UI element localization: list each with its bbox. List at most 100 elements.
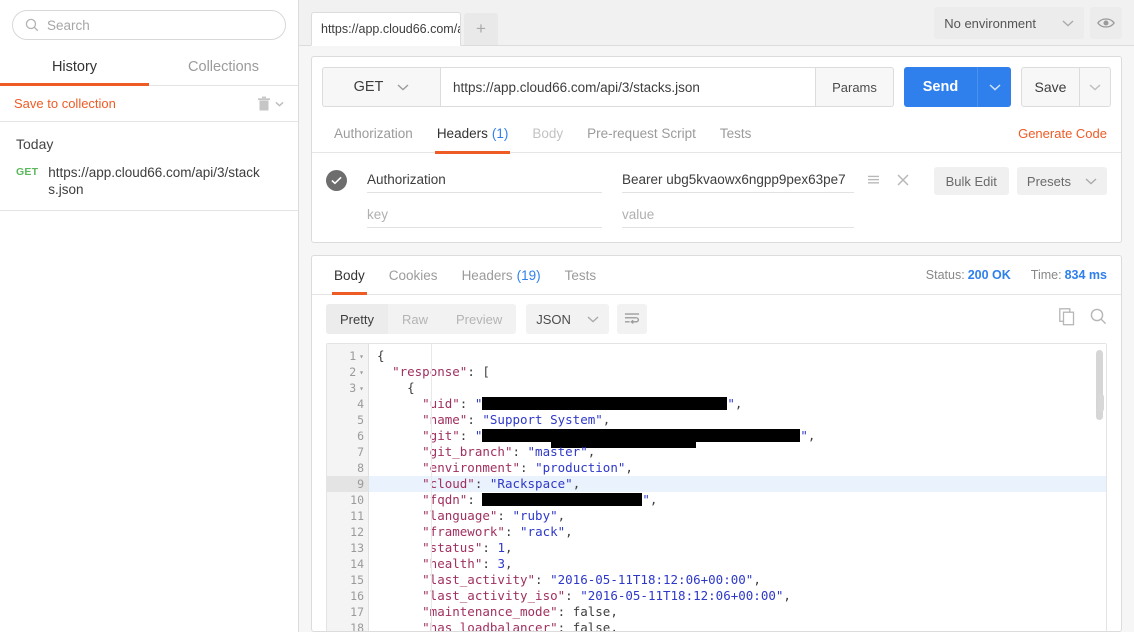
line-number: 14 [350, 557, 364, 571]
response-tab-tests[interactable]: Tests [553, 256, 609, 294]
search-placeholder: Search [47, 17, 90, 33]
code-token: " [474, 428, 483, 443]
code-line: "environment": "production", [369, 460, 1106, 476]
code-token: { [407, 380, 415, 395]
environment-selector[interactable]: No environment [934, 7, 1084, 39]
line-number: 17 [350, 605, 364, 619]
line-number: 6 [357, 429, 364, 443]
environment-quick-look-button[interactable] [1090, 7, 1122, 39]
code-line: "cloud": "Rackspace", [369, 476, 1106, 492]
chevron-down-icon [1089, 83, 1101, 91]
format-selector[interactable]: JSON [526, 304, 609, 334]
copy-button[interactable] [1059, 307, 1076, 331]
code-token: , [783, 588, 791, 603]
header-value-input-empty[interactable]: value [622, 202, 854, 228]
outer-scrollbar[interactable] [1098, 394, 1104, 412]
code-token: "uid" [422, 396, 460, 411]
view-mode-raw[interactable]: Raw [388, 304, 442, 334]
response-tab-headers[interactable]: Headers (19) [450, 256, 553, 294]
code-content[interactable]: { "response": [ { "uid": " ", "name": "Su… [369, 344, 1106, 631]
time-label: Time: [1030, 268, 1062, 282]
response-tabs: Body Cookies Headers (19) Tests Status: 2… [312, 256, 1121, 295]
send-button[interactable]: Send [904, 67, 977, 107]
method-selector[interactable]: GET [322, 67, 440, 107]
save-to-collection-row: Save to collection [0, 86, 298, 122]
code-token: , [610, 620, 618, 631]
indent-guide [431, 344, 432, 631]
code-line: { [369, 348, 1106, 364]
code-token: "master" [527, 444, 588, 459]
code-token: "production" [535, 460, 626, 475]
request-tab-label: https://app.cloud66.com/a [321, 22, 461, 36]
fold-arrow-icon[interactable]: ▾ [359, 384, 364, 393]
tab-body[interactable]: Body [520, 115, 575, 153]
bulk-edit-button[interactable]: Bulk Edit [933, 167, 1009, 195]
code-token: 1 [497, 540, 505, 555]
params-button[interactable]: Params [816, 67, 894, 107]
header-value-placeholder: value [622, 207, 655, 222]
request-tab[interactable]: https://app.cloud66.com/a [311, 12, 461, 46]
send-options-button[interactable] [977, 67, 1011, 107]
save-options-button[interactable] [1079, 67, 1111, 107]
response-tab-body[interactable]: Body [322, 256, 377, 295]
request-card: GET https://app.cloud66.com/api/3/stacks… [311, 56, 1122, 243]
code-line: "last_activity": "2016-05-11T18:12:06+00… [369, 572, 1106, 588]
tab-tests[interactable]: Tests [708, 115, 764, 153]
url-input[interactable]: https://app.cloud66.com/api/3/stacks.jso… [440, 67, 816, 107]
save-group: Save [1021, 67, 1111, 107]
code-token: "fqdn" [422, 492, 468, 507]
generate-code-link[interactable]: Generate Code [1018, 126, 1107, 141]
clear-history-button[interactable] [257, 96, 284, 112]
code-token: : [565, 588, 581, 603]
line-number: 3 ▾ [349, 381, 364, 395]
app-root: Search History Collections Save to colle… [0, 0, 1134, 632]
view-mode-preview[interactable]: Preview [442, 304, 516, 334]
code-token: , [602, 412, 611, 427]
code-token: " [642, 492, 650, 507]
history-item[interactable]: GET https://app.cloud66.com/api/3/stacks… [0, 162, 298, 206]
header-key-input[interactable]: Authorization [367, 167, 602, 193]
header-enabled-checkbox[interactable] [326, 169, 347, 191]
code-token: 3 [497, 556, 505, 571]
code-token: false [572, 604, 611, 619]
view-mode-pretty[interactable]: Pretty [326, 304, 388, 334]
fold-arrow-icon[interactable]: ▾ [359, 352, 364, 361]
code-token: , [565, 524, 573, 539]
save-to-collection-link[interactable]: Save to collection [14, 96, 116, 111]
send-label: Send [922, 79, 959, 95]
presets-button[interactable]: Presets [1016, 167, 1107, 195]
header-bulk-description-button[interactable] [860, 168, 886, 192]
response-code-editor[interactable]: 1 ▾ 2 ▾ 3 ▾ 4 5 6 7 8 9 10 11 12 13 14 15 16 17 18 { "respon… [326, 343, 1107, 631]
sidebar-tab-collections[interactable]: Collections [149, 48, 298, 85]
sidebar-tab-history[interactable]: History [0, 48, 149, 86]
header-delete-button[interactable] [890, 168, 916, 192]
line-number: 16 [350, 589, 364, 603]
save-request-button[interactable]: Save [1021, 67, 1079, 107]
word-wrap-icon [624, 313, 639, 324]
chevron-down-icon [1062, 19, 1074, 27]
format-label: JSON [536, 311, 571, 327]
add-tab-button[interactable]: + [464, 13, 498, 45]
sidebar: Search History Collections Save to colle… [0, 0, 299, 632]
search-input[interactable]: Search [12, 10, 286, 40]
code-token: : [ [467, 364, 490, 379]
line-number: 4 [357, 397, 364, 411]
code-token: : [459, 428, 475, 443]
header-value-input[interactable]: Bearer ubg5kvaowx6ngpp9pex63pe7 [622, 167, 854, 193]
trash-icon [258, 96, 270, 110]
redacted-value [482, 429, 801, 442]
tab-headers-count: (1) [491, 126, 509, 141]
chevron-down-icon [988, 83, 1001, 91]
tab-headers[interactable]: Headers (1) [425, 115, 521, 154]
header-key-input-empty[interactable]: key [367, 202, 602, 228]
tab-pre-request-script[interactable]: Pre-request Script [575, 115, 708, 153]
code-token: : [504, 524, 521, 539]
code-token: " [800, 428, 808, 443]
response-tab-cookies[interactable]: Cookies [377, 256, 450, 294]
word-wrap-button[interactable] [616, 304, 647, 334]
url-value: https://app.cloud66.com/api/3/stacks.jso… [453, 79, 700, 95]
tab-authorization[interactable]: Authorization [322, 115, 425, 153]
fold-arrow-icon[interactable]: ▾ [359, 368, 364, 377]
search-body-button[interactable] [1090, 308, 1107, 330]
headers-actions: Bulk Edit Presets [933, 167, 1107, 195]
